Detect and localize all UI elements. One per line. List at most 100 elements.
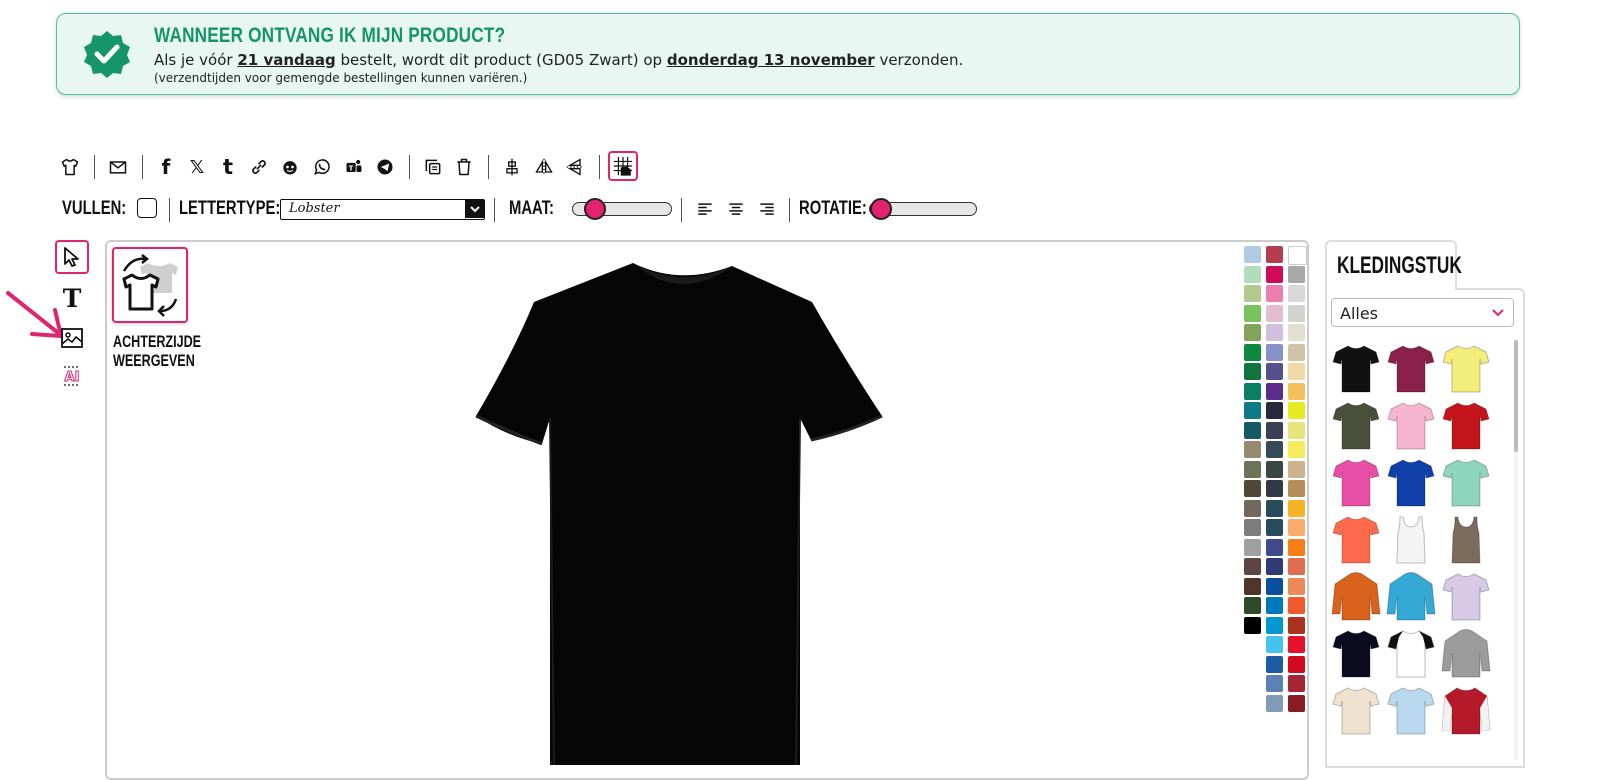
- align-left-icon[interactable]: [694, 199, 716, 221]
- color-swatch[interactable]: [1244, 285, 1261, 302]
- color-swatch[interactable]: [1244, 460, 1261, 478]
- show-back-button[interactable]: [112, 247, 188, 323]
- garment-item[interactable]: [1331, 627, 1381, 679]
- color-swatch[interactable]: [1244, 343, 1261, 361]
- color-swatch[interactable]: [1288, 636, 1305, 653]
- whatsapp-icon[interactable]: [311, 156, 333, 178]
- align-center-icon[interactable]: [725, 199, 747, 221]
- deadline-link[interactable]: 21 vandaag: [237, 51, 335, 69]
- color-swatch[interactable]: [1266, 460, 1283, 478]
- color-swatch[interactable]: [1288, 558, 1305, 575]
- color-swatch[interactable]: [1266, 577, 1283, 595]
- color-swatch[interactable]: [1244, 538, 1261, 556]
- garment-item[interactable]: [1441, 342, 1491, 394]
- color-swatch[interactable]: [1244, 519, 1261, 536]
- color-swatch[interactable]: [1266, 421, 1283, 439]
- color-swatch[interactable]: [1288, 519, 1305, 536]
- flip-horizontal-icon[interactable]: [533, 156, 555, 178]
- color-swatch[interactable]: [1266, 285, 1283, 302]
- color-swatch[interactable]: [1288, 675, 1305, 692]
- color-swatch[interactable]: [1244, 480, 1261, 497]
- teams-icon[interactable]: T: [343, 156, 365, 178]
- garment-item[interactable]: [1441, 399, 1491, 451]
- color-swatch[interactable]: [1288, 499, 1305, 517]
- color-swatch[interactable]: [1288, 265, 1305, 283]
- color-swatch[interactable]: [1288, 694, 1305, 712]
- garment-item[interactable]: [1386, 342, 1436, 394]
- color-swatch[interactable]: [1244, 402, 1261, 419]
- color-swatch[interactable]: [1266, 343, 1283, 361]
- garment-item[interactable]: [1441, 684, 1491, 736]
- garment-category-select[interactable]: Alles: [1331, 298, 1514, 327]
- color-swatch[interactable]: [1244, 363, 1261, 380]
- garment-item[interactable]: [1441, 456, 1491, 508]
- color-swatch[interactable]: [1266, 636, 1283, 653]
- garment-item[interactable]: [1441, 627, 1491, 679]
- garment-item[interactable]: [1331, 570, 1381, 622]
- color-swatch[interactable]: [1266, 675, 1283, 692]
- grid-toggle-button[interactable]: [608, 151, 638, 181]
- color-swatch[interactable]: [1266, 480, 1283, 497]
- color-swatch[interactable]: [1288, 480, 1305, 497]
- garment-item[interactable]: [1331, 456, 1381, 508]
- garment-item[interactable]: [1386, 456, 1436, 508]
- garment-item[interactable]: [1386, 399, 1436, 451]
- email-icon[interactable]: [107, 156, 129, 178]
- flip-vertical-icon[interactable]: [564, 156, 586, 178]
- trash-icon[interactable]: [453, 156, 475, 178]
- color-swatch[interactable]: [1288, 577, 1305, 595]
- center-icon[interactable]: [501, 156, 523, 178]
- garment-item[interactable]: [1331, 399, 1381, 451]
- color-swatch[interactable]: [1266, 324, 1283, 341]
- fill-color-swatch[interactable]: [137, 198, 157, 218]
- image-tool-button[interactable]: [59, 325, 85, 351]
- color-swatch[interactable]: [1244, 597, 1261, 614]
- color-swatch[interactable]: [1266, 694, 1283, 712]
- color-swatch[interactable]: [1266, 304, 1283, 322]
- product-tshirt-image[interactable]: [470, 260, 890, 765]
- color-swatch[interactable]: [1266, 265, 1283, 283]
- garment-item[interactable]: [1386, 570, 1436, 622]
- color-swatch[interactable]: [1266, 558, 1283, 575]
- color-swatch[interactable]: [1288, 421, 1305, 439]
- color-swatch[interactable]: [1288, 597, 1305, 614]
- color-swatch[interactable]: [1266, 519, 1283, 536]
- facebook-icon[interactable]: f: [155, 155, 177, 179]
- chevron-down-icon[interactable]: [465, 200, 484, 218]
- color-swatch[interactable]: [1244, 246, 1261, 263]
- color-swatch[interactable]: [1266, 538, 1283, 556]
- garment-item[interactable]: [1331, 684, 1381, 736]
- garment-item[interactable]: [1386, 627, 1436, 679]
- color-swatch[interactable]: [1288, 304, 1305, 322]
- color-swatch[interactable]: [1288, 382, 1305, 400]
- color-swatch[interactable]: [1266, 597, 1283, 614]
- color-swatch[interactable]: [1244, 577, 1261, 595]
- color-swatch[interactable]: [1244, 558, 1261, 575]
- tumblr-icon[interactable]: t: [217, 155, 239, 179]
- garment-item[interactable]: [1386, 684, 1436, 736]
- color-swatch[interactable]: [1244, 441, 1261, 458]
- garment-item[interactable]: [1331, 342, 1381, 394]
- garment-item[interactable]: [1441, 513, 1491, 565]
- color-swatch[interactable]: [1288, 538, 1305, 556]
- color-swatch[interactable]: [1244, 324, 1261, 341]
- color-swatch[interactable]: [1244, 265, 1261, 283]
- align-right-icon[interactable]: [756, 199, 778, 221]
- font-select[interactable]: Lobster: [280, 199, 485, 220]
- color-swatch[interactable]: [1244, 499, 1261, 517]
- color-swatch[interactable]: [1288, 460, 1305, 478]
- garment-scrollbar-thumb[interactable]: [1514, 340, 1518, 452]
- tab-garment[interactable]: KLEDINGSTUK: [1325, 240, 1462, 290]
- color-swatch[interactable]: [1266, 363, 1283, 380]
- color-swatch[interactable]: [1266, 616, 1283, 634]
- size-slider-handle[interactable]: [584, 198, 606, 220]
- color-swatch[interactable]: [1288, 343, 1305, 361]
- color-swatch[interactable]: [1288, 285, 1305, 302]
- color-swatch[interactable]: [1288, 616, 1305, 634]
- color-swatch[interactable]: [1244, 382, 1261, 400]
- color-swatch[interactable]: [1266, 246, 1283, 263]
- garment-item[interactable]: [1386, 513, 1436, 565]
- color-swatch[interactable]: [1288, 655, 1305, 673]
- x-icon[interactable]: 𝕏: [186, 156, 208, 178]
- select-tool-button[interactable]: [55, 240, 89, 274]
